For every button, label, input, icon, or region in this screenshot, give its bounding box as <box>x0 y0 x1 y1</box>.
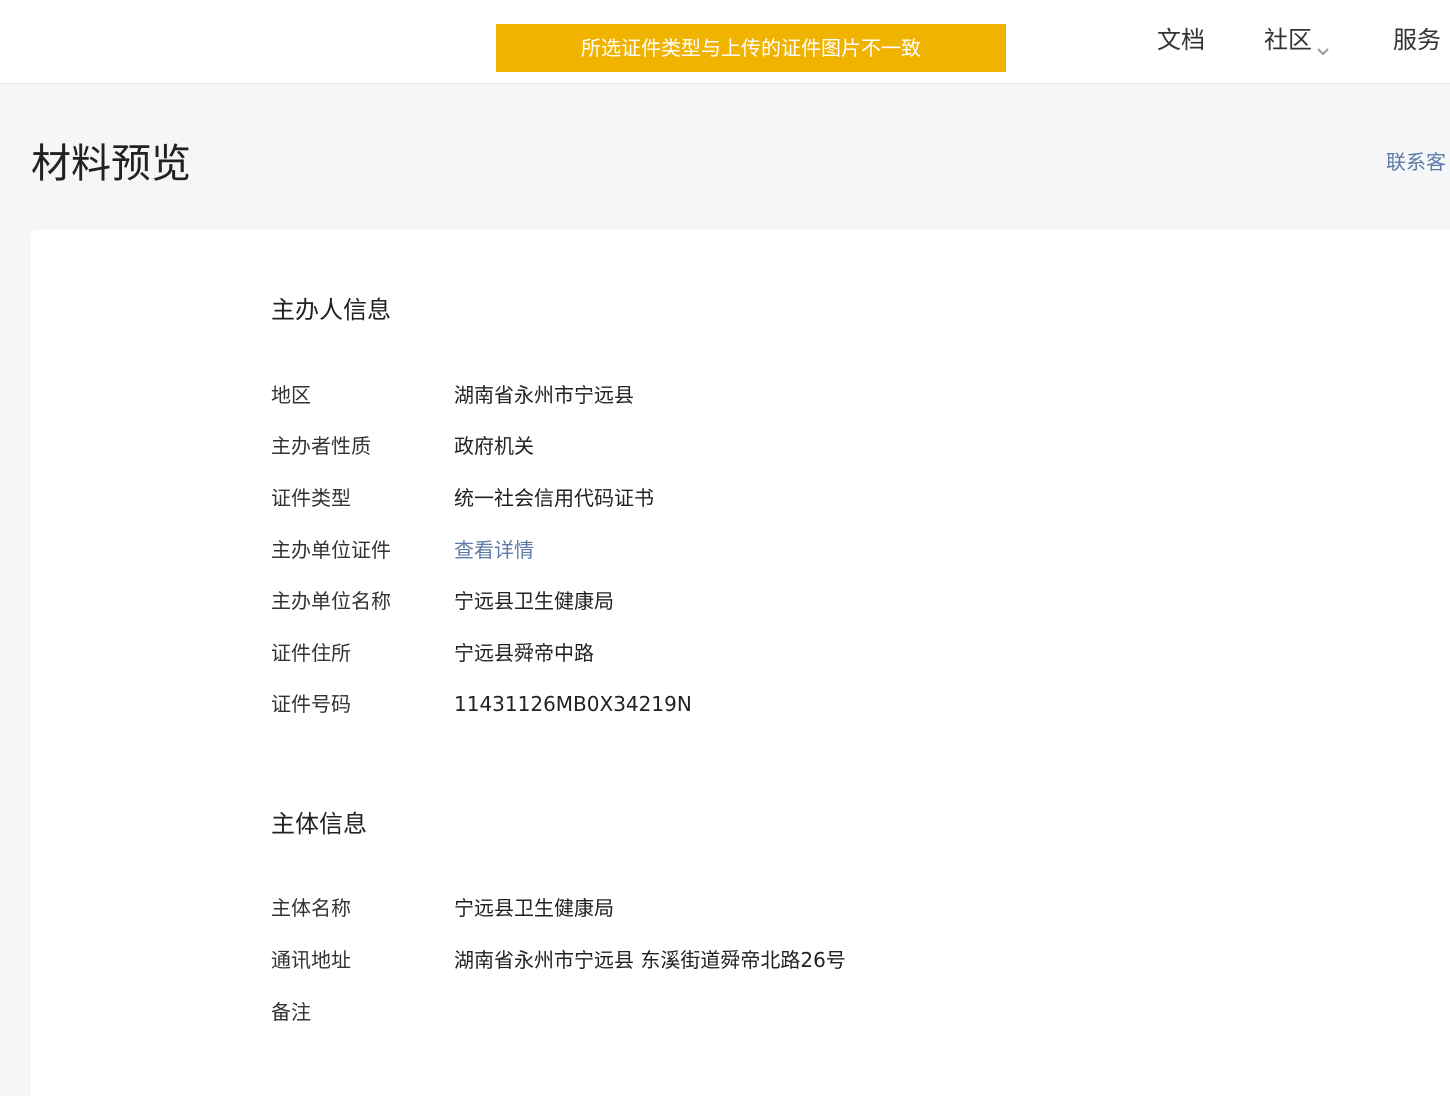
row-value: 政府机关 <box>454 434 534 458</box>
nav-docs[interactable]: 文档 <box>1157 22 1205 58</box>
row-label: 备注 <box>271 1000 311 1024</box>
page-title: 材料预览 <box>31 141 191 187</box>
nav-community[interactable]: 社区 <box>1264 22 1330 58</box>
material-preview-card: 主办人信息 地区 湖南省永州市宁远县 主办者性质 政府机关 证件类型 统一社会信… <box>31 230 1450 1096</box>
top-navigation-bar: 所选证件类型与上传的证件图片不一致 文档 社区 服务 <box>0 0 1450 84</box>
row-label: 证件住所 <box>271 641 351 665</box>
row-value: 宁远县舜帝中路 <box>454 641 594 665</box>
entity-info-title: 主体信息 <box>271 810 367 838</box>
chevron-down-icon <box>1316 32 1330 56</box>
row-label: 地区 <box>271 383 311 407</box>
row-label: 主体名称 <box>271 896 351 920</box>
row-value: 11431126MB0X34219N <box>454 692 692 716</box>
row-value: 宁远县卫生健康局 <box>454 589 614 613</box>
view-details-link[interactable]: 查看详情 <box>454 535 534 565</box>
row-value: 宁远县卫生健康局 <box>454 896 614 920</box>
mismatch-alert-banner: 所选证件类型与上传的证件图片不一致 <box>496 24 1006 72</box>
sponsor-info-title: 主办人信息 <box>271 296 391 324</box>
row-label: 通讯地址 <box>271 948 351 972</box>
contact-support-link[interactable]: 联系客 <box>1386 148 1446 176</box>
row-value: 湖南省永州市宁远县 <box>454 383 634 407</box>
row-label: 主办单位证件 <box>271 538 391 562</box>
row-label: 主办者性质 <box>271 434 371 458</box>
row-value: 统一社会信用代码证书 <box>454 486 654 510</box>
row-value: 湖南省永州市宁远县 东溪街道舜帝北路26号 <box>454 948 846 972</box>
row-label: 证件类型 <box>271 486 351 510</box>
row-label: 证件号码 <box>271 692 351 716</box>
row-label: 主办单位名称 <box>271 589 391 613</box>
nav-services[interactable]: 服务 <box>1393 22 1441 58</box>
nav-community-label: 社区 <box>1264 26 1312 54</box>
